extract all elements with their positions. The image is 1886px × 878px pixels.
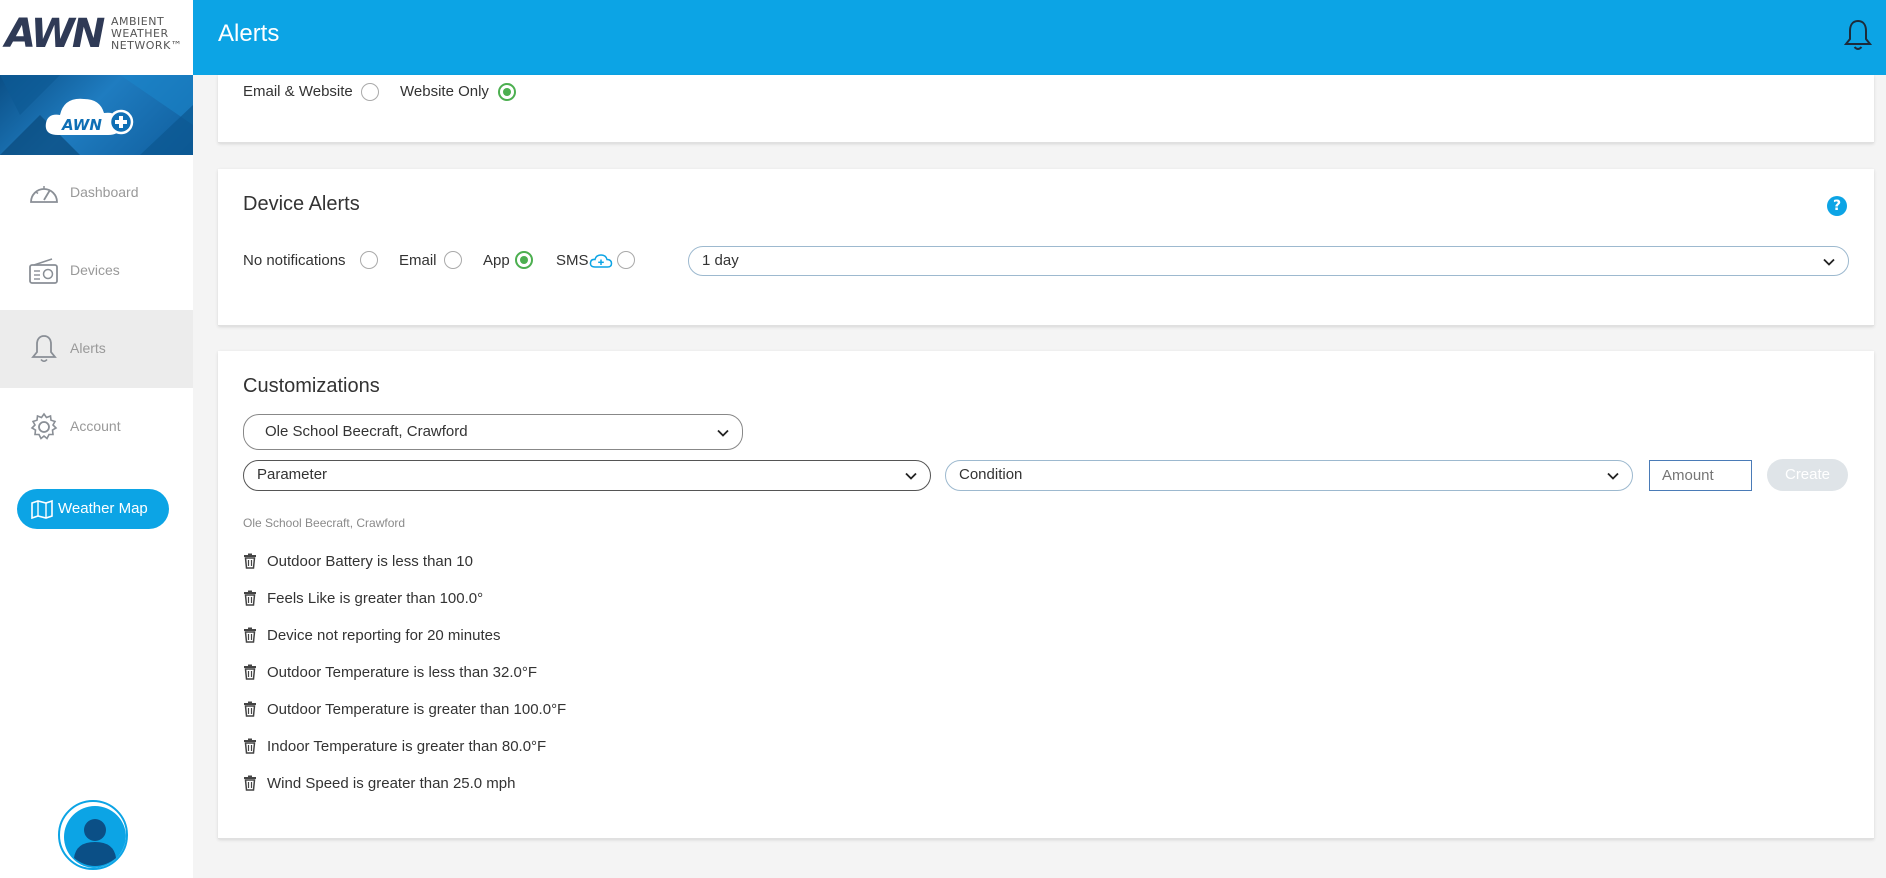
alert-rule-text: Wind Speed is greater than 25.0 mph bbox=[267, 775, 516, 792]
awn-plus-banner[interactable]: AWN bbox=[0, 75, 193, 155]
bell-icon[interactable] bbox=[1843, 18, 1873, 52]
sidebar-item-label: Alerts bbox=[70, 340, 106, 356]
parameter-select-value: Parameter bbox=[257, 466, 328, 483]
amount-input[interactable] bbox=[1649, 460, 1752, 491]
alert-rule-text: Outdoor Temperature is greater than 100.… bbox=[267, 701, 567, 718]
notification-method-card: Email & Website Website Only bbox=[218, 75, 1874, 143]
card-title: Customizations bbox=[243, 375, 380, 397]
sidebar: AWN Dashboard Devices Alerts Account Wea… bbox=[0, 75, 193, 878]
dashboard-gauge-icon bbox=[30, 186, 58, 203]
help-icon[interactable]: ? bbox=[1827, 196, 1847, 216]
chevron-down-icon bbox=[905, 472, 917, 480]
trash-icon[interactable] bbox=[243, 590, 257, 606]
device-alerts-card: Device Alerts ? No notifications Email A… bbox=[218, 169, 1874, 326]
alert-rule-text: Feels Like is greater than 100.0° bbox=[267, 590, 484, 607]
alert-rule-text: Outdoor Temperature is less than 32.0°F bbox=[267, 664, 538, 681]
trash-icon[interactable] bbox=[243, 775, 257, 791]
radio-label-sms: SMS bbox=[556, 252, 589, 269]
banner-badge-text: AWN bbox=[61, 116, 102, 134]
logo-mark: AWN bbox=[5, 11, 105, 57]
radio-label-app: App bbox=[483, 252, 510, 269]
chevron-down-icon bbox=[1607, 472, 1619, 480]
radio-sms[interactable] bbox=[617, 251, 635, 269]
station-select[interactable]: Ole School Beecraft, Crawford bbox=[243, 414, 743, 450]
sidebar-item-label: Dashboard bbox=[70, 184, 139, 200]
alert-frequency-value: 1 day bbox=[702, 252, 739, 269]
sidebar-item-alerts[interactable]: Alerts bbox=[0, 310, 193, 388]
station-caption: Ole School Beecraft, Crawford bbox=[243, 516, 406, 530]
radio-email-website[interactable] bbox=[361, 83, 379, 101]
map-icon bbox=[31, 499, 53, 519]
trash-icon[interactable] bbox=[243, 664, 257, 680]
sidebar-item-dashboard[interactable]: Dashboard bbox=[0, 154, 193, 232]
radio-label-website-only: Website Only bbox=[400, 83, 489, 100]
bell-icon bbox=[31, 335, 57, 363]
parameter-select[interactable]: Parameter bbox=[243, 460, 931, 491]
chevron-down-icon bbox=[1823, 258, 1835, 266]
alert-rule-text: Indoor Temperature is greater than 80.0°… bbox=[267, 738, 547, 755]
chevron-down-icon bbox=[717, 429, 729, 437]
radio-website-only[interactable] bbox=[498, 83, 516, 101]
top-header: AWN AMBIENT WEATHER NETWORK™ Alerts bbox=[0, 0, 1886, 75]
radio-device-icon bbox=[29, 258, 58, 284]
radio-email[interactable] bbox=[444, 251, 462, 269]
trash-icon[interactable] bbox=[243, 701, 257, 717]
radio-label-email: Email bbox=[399, 252, 437, 269]
user-avatar-icon[interactable] bbox=[58, 800, 128, 870]
trash-icon[interactable] bbox=[243, 553, 257, 569]
sidebar-item-devices[interactable]: Devices bbox=[0, 232, 193, 310]
alert-rule-text: Device not reporting for 20 minutes bbox=[267, 627, 501, 644]
trash-icon[interactable] bbox=[243, 627, 257, 643]
radio-no-notifications[interactable] bbox=[360, 251, 378, 269]
card-title: Device Alerts bbox=[243, 193, 360, 215]
gear-icon bbox=[30, 412, 58, 440]
radio-app[interactable] bbox=[515, 251, 533, 269]
radio-label-no-notifications: No notifications bbox=[243, 252, 346, 269]
sidebar-item-label: Account bbox=[70, 418, 121, 434]
page-title: Alerts bbox=[218, 20, 280, 47]
logo-subtitle: AMBIENT WEATHER NETWORK™ bbox=[111, 15, 183, 52]
sidebar-item-account[interactable]: Account bbox=[0, 388, 193, 466]
trash-icon[interactable] bbox=[243, 738, 257, 754]
create-button[interactable]: Create bbox=[1767, 459, 1848, 491]
alert-frequency-select[interactable]: 1 day bbox=[688, 246, 1849, 276]
customizations-card: Customizations Ole School Beecraft, Craw… bbox=[218, 351, 1874, 839]
condition-select[interactable]: Condition bbox=[945, 460, 1633, 491]
weather-map-label: Weather Map bbox=[58, 500, 148, 517]
alert-rule-text: Outdoor Battery is less than 10 bbox=[267, 553, 473, 570]
awn-logo[interactable]: AWN AMBIENT WEATHER NETWORK™ bbox=[0, 0, 193, 75]
station-select-value: Ole School Beecraft, Crawford bbox=[265, 423, 468, 440]
condition-select-value: Condition bbox=[959, 466, 1023, 483]
weather-map-button[interactable]: Weather Map bbox=[17, 489, 169, 529]
cloud-plus-icon bbox=[589, 254, 613, 268]
sidebar-item-label: Devices bbox=[70, 262, 120, 278]
radio-label-email-website: Email & Website bbox=[243, 83, 353, 100]
